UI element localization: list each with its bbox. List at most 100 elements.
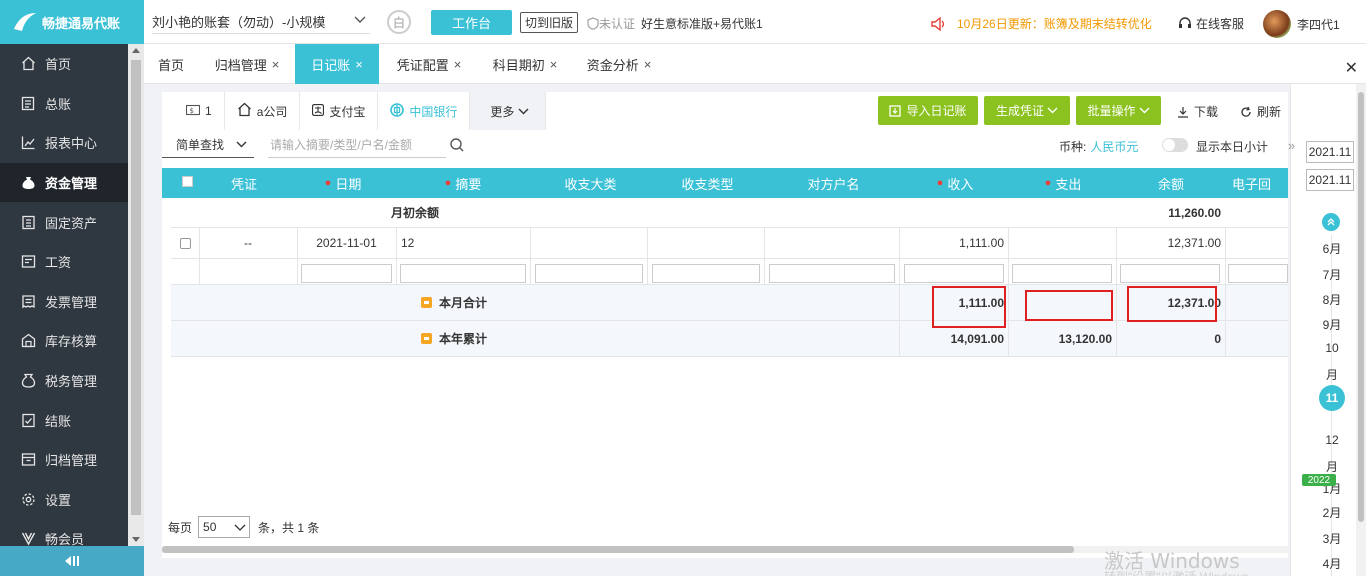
counterparty-input[interactable] (769, 264, 895, 283)
tab-2[interactable]: 日记账 × (295, 44, 379, 84)
white-badge-icon[interactable]: 白 (387, 10, 411, 34)
sidebar-collapse-button[interactable] (0, 546, 144, 576)
cell-counterparty[interactable] (765, 228, 899, 258)
month-item[interactable]: 10 (1310, 341, 1354, 355)
avatar[interactable] (1263, 10, 1291, 38)
sidebar-item-6[interactable]: 发票管理 (0, 282, 128, 322)
close-tab-icon[interactable]: × (355, 57, 363, 72)
account-tab-0[interactable]: $1 (162, 92, 225, 130)
col-balance[interactable]: 余额 (1117, 168, 1225, 198)
col-voucher[interactable]: 凭证 (208, 168, 280, 198)
page-scrollbar[interactable] (1356, 84, 1366, 576)
scrollbar-thumb[interactable] (162, 546, 1074, 553)
search-icon[interactable] (450, 138, 464, 152)
receipt-input[interactable] (1228, 264, 1288, 283)
sidebar-scrollbar[interactable] (128, 44, 144, 546)
col-category[interactable]: 收支大类 (532, 168, 649, 198)
col-type[interactable]: 收支类型 (649, 168, 766, 198)
certification-status[interactable]: 未认证 好生意标准版+易代账1 (587, 15, 763, 32)
table-row[interactable]: -- 2021-11-01 12 1,111.00 12,371.00 (171, 228, 1288, 259)
month-item[interactable]: 4月 (1310, 555, 1354, 572)
account-tab-4[interactable]: 更多 (470, 92, 547, 130)
sidebar-item-10[interactable]: 归档管理 (0, 440, 128, 480)
category-input[interactable] (535, 264, 643, 283)
account-tab-1[interactable]: a公司 (224, 92, 301, 130)
row-checkbox[interactable] (179, 237, 191, 249)
currency-selector[interactable]: 币种: 人民币元 (1059, 138, 1138, 155)
online-service-link[interactable]: 在线客服 (1178, 15, 1244, 32)
col-date[interactable]: ● 日期 (298, 168, 388, 198)
tab-0[interactable]: 首页 (144, 44, 198, 84)
cell-income[interactable]: 1,111.00 (900, 228, 1008, 258)
per-page-select[interactable]: 50 (198, 516, 251, 538)
tab-4[interactable]: 科目期初 × (482, 44, 568, 84)
col-income[interactable]: ● 收入 (901, 168, 1009, 198)
cell-type[interactable] (648, 228, 764, 258)
month-item[interactable]: 6月 (1310, 240, 1354, 257)
switch-old-version-button[interactable]: 切到旧版 (520, 12, 578, 33)
close-tab-icon[interactable]: × (272, 57, 280, 72)
cell-balance[interactable]: 12,371.00 (1117, 228, 1225, 258)
sidebar-item-3[interactable]: 资金管理 (0, 162, 128, 203)
refresh-button[interactable]: 刷新 (1240, 103, 1281, 120)
account-selector[interactable]: 刘小艳的账套（勿动）-小规模 (152, 10, 370, 34)
close-tab-icon[interactable]: × (454, 57, 462, 72)
sidebar-item-4[interactable]: 固定资产 (0, 202, 128, 242)
close-tab-icon[interactable]: × (644, 57, 652, 72)
month-item[interactable]: 8月 (1310, 291, 1354, 308)
double-chevron-right-icon[interactable]: » (1288, 138, 1295, 153)
sidebar-item-11[interactable]: 设置 (0, 480, 128, 520)
expense-input[interactable] (1012, 264, 1112, 283)
col-counterparty[interactable]: 对方户名 (766, 168, 901, 198)
col-expense[interactable]: ● 支出 (1009, 168, 1117, 198)
cell-date[interactable]: 2021-11-01 (297, 228, 396, 258)
close-all-tabs-icon[interactable]: ✕ (1345, 58, 1358, 78)
income-input[interactable] (904, 264, 1004, 283)
cell-category[interactable] (531, 228, 647, 258)
import-journal-button[interactable]: 导入日记账 (878, 96, 978, 125)
date-start-input[interactable]: 2021.11 (1306, 141, 1354, 163)
tab-5[interactable]: 资金分析 × (578, 44, 660, 84)
batch-operation-button[interactable]: 批量操作 (1076, 96, 1161, 125)
search-input[interactable] (268, 132, 446, 158)
type-input[interactable] (652, 264, 760, 283)
date-end-input[interactable]: 2021.11 (1306, 169, 1354, 191)
workbench-button[interactable]: 工作台 (431, 10, 512, 35)
search-type-select[interactable]: 简单查找 (162, 132, 254, 158)
cell-expense[interactable] (1009, 228, 1116, 258)
month-item[interactable]: 月 (1310, 366, 1354, 383)
month-item[interactable]: 7月 (1310, 266, 1354, 283)
scroll-up-circle-icon[interactable] (1322, 213, 1340, 231)
scrollbar-thumb[interactable] (131, 60, 141, 515)
account-tab-2[interactable]: 支付宝 (300, 92, 379, 130)
sidebar-item-1[interactable]: 总账 (0, 84, 128, 124)
sidebar-item-9[interactable]: 结账 (0, 400, 128, 440)
select-all-checkbox[interactable] (182, 176, 193, 187)
close-tab-icon[interactable]: × (550, 57, 558, 72)
month-item[interactable]: 2月 (1310, 504, 1354, 521)
date-input[interactable] (301, 264, 392, 283)
sidebar-item-0[interactable]: 首页 (0, 44, 128, 84)
balance-input[interactable] (1120, 264, 1220, 283)
user-menu[interactable]: 李四代1 (1263, 10, 1340, 38)
month-item[interactable]: 月 (1310, 458, 1354, 475)
download-button[interactable]: 下载 (1177, 103, 1218, 120)
month-item[interactable]: 3月 (1310, 530, 1354, 547)
summary-input[interactable] (400, 264, 526, 283)
tab-3[interactable]: 凭证配置 × (384, 44, 474, 84)
scrollbar-thumb[interactable] (1358, 92, 1364, 522)
scroll-up-icon[interactable] (132, 48, 140, 53)
update-notice[interactable]: 10月26日更新：账簿及期末结转优化 (931, 15, 1152, 32)
logo[interactable]: 畅捷通易代账 (0, 0, 144, 44)
sidebar-item-8[interactable]: 税务管理 (0, 361, 128, 401)
daily-subtotal-toggle[interactable] (1162, 138, 1188, 152)
generate-voucher-button[interactable]: 生成凭证 (984, 96, 1070, 125)
sidebar-item-7[interactable]: 库存核算 (0, 321, 128, 361)
sidebar-item-2[interactable]: 报表中心 (0, 123, 128, 163)
month-item[interactable]: 12 (1310, 433, 1354, 447)
sidebar-item-5[interactable]: 工资 (0, 242, 128, 282)
col-summary[interactable]: ● 摘要 (398, 168, 528, 198)
cell-voucher[interactable]: -- (199, 228, 297, 258)
month-current[interactable]: 11 (1319, 385, 1345, 411)
cell-summary[interactable]: 12 (401, 228, 526, 258)
